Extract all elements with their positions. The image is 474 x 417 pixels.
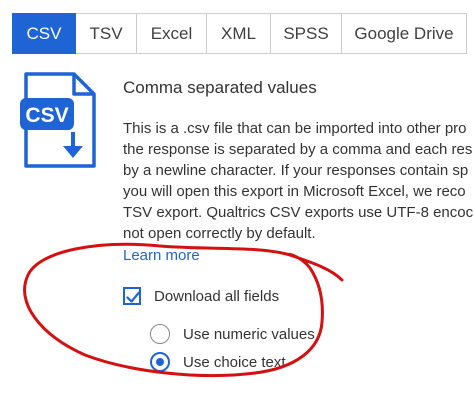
tab-tsv[interactable]: TSV <box>76 13 137 54</box>
description-line: TSV export. Qualtrics CSV exports use UT… <box>123 204 474 221</box>
tab-excel[interactable]: Excel <box>137 13 207 54</box>
csv-icon-label: CSV <box>25 104 68 127</box>
section-title: Comma separated values <box>123 78 317 97</box>
download-all-fields-option[interactable]: Download all fields <box>123 287 279 305</box>
download-all-fields-checkbox[interactable] <box>123 287 141 305</box>
numeric-values-radio[interactable] <box>150 324 170 344</box>
csv-file-download-icon: CSV <box>18 70 100 170</box>
format-description: This is a .csv file that can be imported… <box>123 118 474 244</box>
tab-google-drive[interactable]: Google Drive <box>342 13 467 54</box>
description-line: not open correctly by default. <box>123 225 316 242</box>
export-format-tabs: CSV TSV Excel XML SPSS Google Drive <box>0 0 474 54</box>
choice-text-option[interactable]: Use choice text <box>150 352 286 372</box>
description-line: the response is separated by a comma and… <box>123 141 473 158</box>
learn-more-link[interactable]: Learn more <box>123 247 200 264</box>
tab-csv[interactable]: CSV <box>12 13 76 54</box>
tab-spss[interactable]: SPSS <box>271 13 342 54</box>
numeric-values-option[interactable]: Use numeric values <box>150 324 315 344</box>
tab-xml[interactable]: XML <box>207 13 271 54</box>
description-line: you will open this export in Microsoft E… <box>123 183 466 200</box>
choice-text-label: Use choice text <box>183 353 286 371</box>
description-line: This is a .csv file that can be imported… <box>123 120 467 137</box>
choice-text-radio[interactable] <box>150 352 170 372</box>
download-all-fields-label: Download all fields <box>154 287 280 305</box>
description-line: by a newline character. If your response… <box>123 162 469 179</box>
checkmark-icon <box>126 291 141 303</box>
numeric-values-label: Use numeric values <box>183 325 315 343</box>
